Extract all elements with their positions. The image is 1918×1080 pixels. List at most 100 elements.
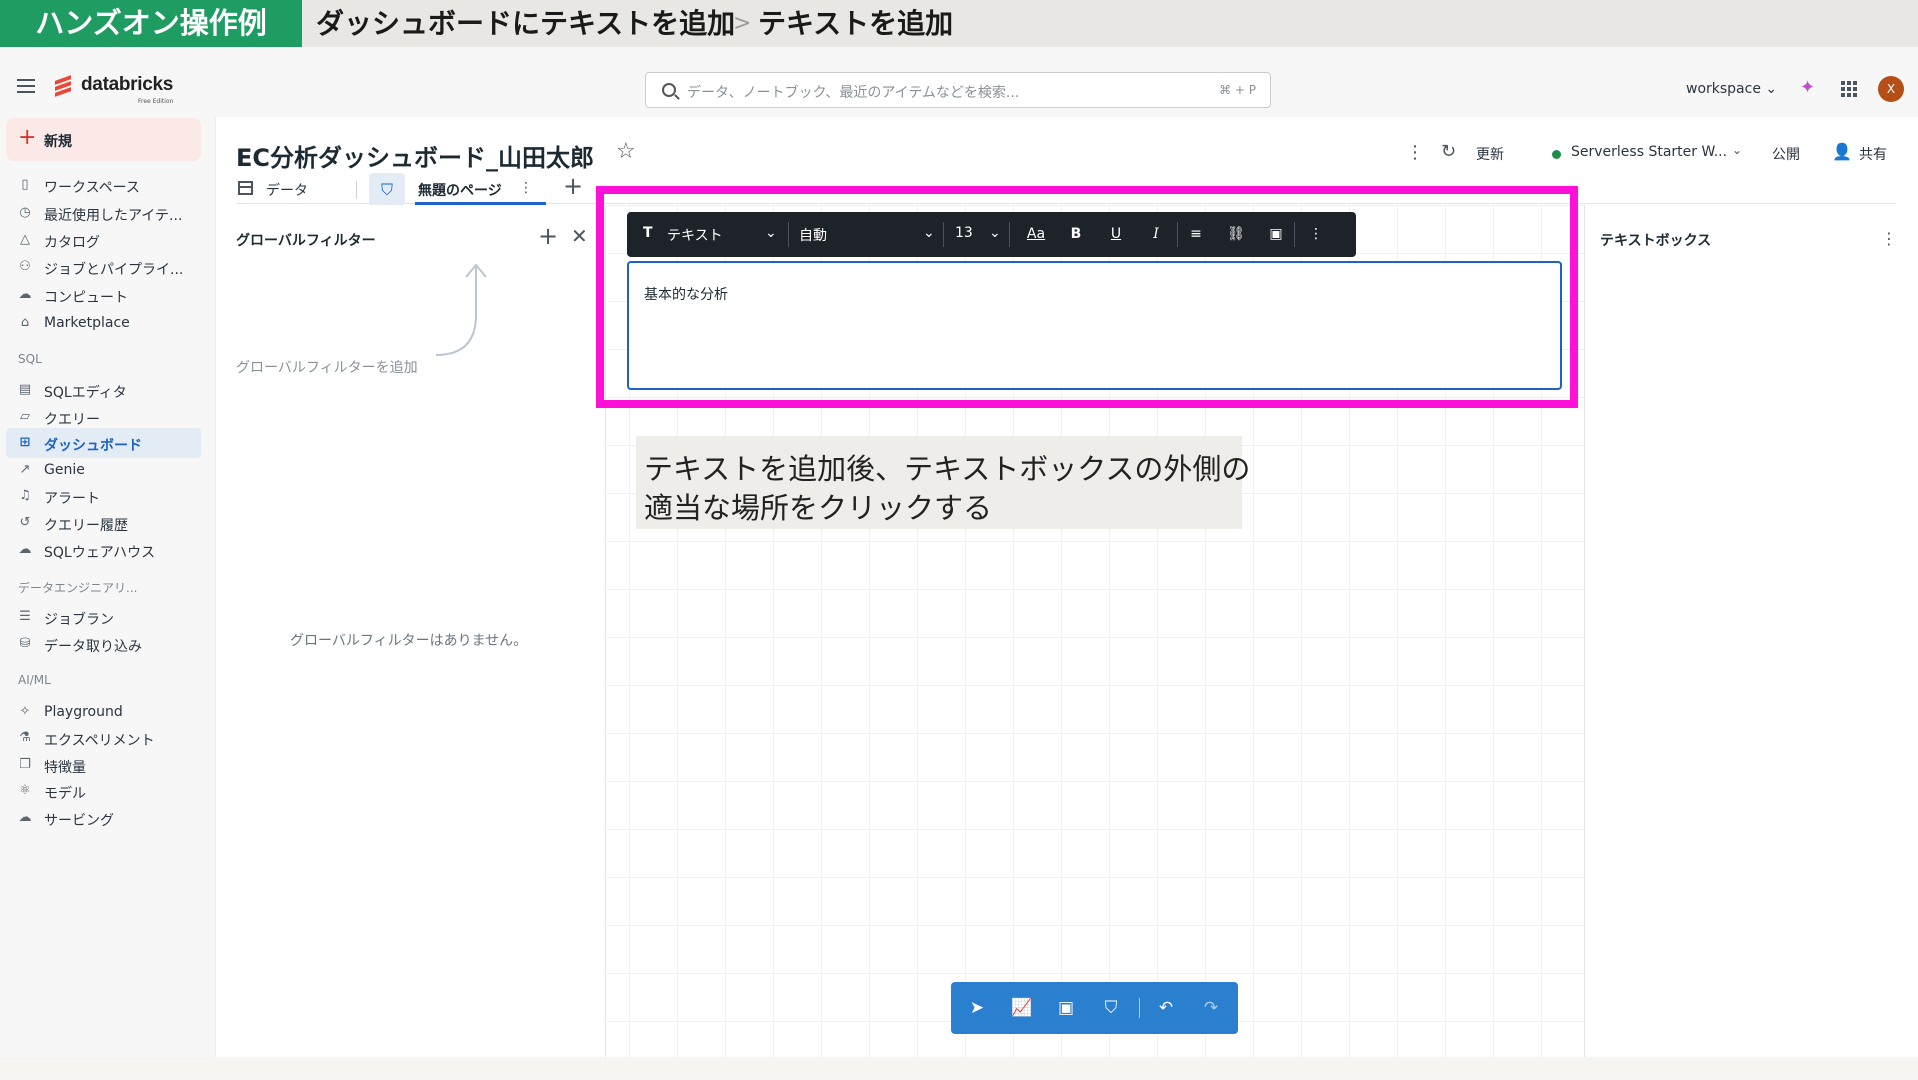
add-text-icon[interactable]: ▣ (1055, 997, 1077, 1019)
sidebar-item-data-ingestion[interactable]: ⛁ データ取り込み (6, 629, 201, 659)
model-icon: ⚛ (19, 783, 31, 798)
sidebar-item-experiments[interactable]: ⚗ エクスペリメント (6, 723, 201, 753)
flask-icon: ⚗ (19, 730, 31, 745)
global-filter-title: グローバルフィルター (236, 233, 376, 249)
assistant-sparkle-icon[interactable]: ✦ (1800, 77, 1815, 98)
sidebar-item-marketplace[interactable]: ⌂ Marketplace (6, 308, 201, 338)
link-icon[interactable]: ⛓ (1225, 223, 1247, 245)
apps-grid-icon[interactable] (1841, 81, 1857, 97)
chevron-down-icon[interactable]: ⌄ (765, 225, 777, 241)
playground-icon: ✧ (19, 704, 31, 719)
redo-icon[interactable]: ↷ (1200, 997, 1222, 1019)
sidebar-item-recents[interactable]: ◷ 最近使用したアイテ... (6, 198, 201, 228)
sidebar-item-label: アラート (44, 491, 100, 507)
sidebar-item-label: モデル (44, 786, 86, 802)
sidebar-item-job-runs[interactable]: ☰ ジョブラン (6, 602, 201, 632)
sidebar: + 新規 ▯ ワークスペース ◷ 最近使用したアイテ... △ カタログ ⚇ ジョブとパ… (0, 117, 214, 1057)
genie-icon: ↗ (19, 462, 31, 477)
search-placeholder: データ、ノートブック、最近のアイテムなどを検索... (687, 85, 1020, 101)
tab-data[interactable]: データ (266, 180, 308, 200)
bold-button[interactable]: B (1065, 223, 1087, 245)
menu-icon[interactable] (17, 79, 35, 93)
sidebar-item-label: データ取り込み (44, 639, 142, 655)
sidebar-item-compute[interactable]: ☁ コンピュート (6, 280, 201, 310)
sidebar-item-label: 特徴量 (44, 760, 86, 776)
databricks-logo[interactable]: databricks (53, 74, 173, 97)
text-box-editor[interactable]: 基本的な分析 (627, 261, 1562, 390)
more-menu-icon[interactable]: ⋮ (1406, 142, 1424, 163)
banner-title: ダッシュボードにテキストを追加 (316, 7, 736, 40)
store-icon: ⌂ (20, 315, 30, 330)
dashboard-icon: ⊞ (19, 435, 31, 450)
publish-button[interactable]: 公開 (1772, 144, 1800, 164)
text-style-select[interactable]: テキスト (667, 225, 723, 245)
sidebar-item-serving[interactable]: ☁ サービング (6, 803, 201, 833)
banner-separator: > (733, 11, 752, 36)
undo-icon[interactable]: ↶ (1155, 997, 1177, 1019)
italic-button[interactable]: I (1145, 223, 1167, 245)
sidebar-item-sql-warehouses[interactable]: ☁ SQLウェアハウス (6, 535, 201, 565)
new-button[interactable]: + 新規 (6, 118, 201, 161)
sidebar-item-label: サービング (44, 813, 114, 829)
chevron-down-icon: ⌄ (1765, 81, 1778, 97)
user-share-icon[interactable]: 👤 (1832, 142, 1852, 161)
folder-icon: ▯ (21, 177, 29, 192)
sidebar-item-label: ワークスペース (44, 180, 140, 196)
properties-more-icon[interactable]: ⋮ (1881, 229, 1897, 248)
warehouse-selector[interactable]: Serverless Starter W... (1571, 144, 1727, 160)
font-select[interactable]: 自動 (799, 225, 827, 245)
query-icon: ▱ (20, 409, 30, 424)
refresh-icon[interactable]: ↻ (1441, 141, 1456, 162)
close-icon[interactable]: ✕ (571, 224, 588, 248)
workspace-switcher[interactable]: workspace ⌄ (1686, 81, 1777, 97)
search-input[interactable]: データ、ノートブック、最近のアイテムなどを検索... ⌘ + P (645, 72, 1271, 108)
sidebar-item-workspace[interactable]: ▯ ワークスペース (6, 170, 201, 200)
add-page-icon[interactable]: + (563, 172, 583, 200)
add-filter-icon[interactable]: ⛉ (1100, 997, 1122, 1019)
sidebar-item-label: ジョブラン (44, 612, 114, 628)
avatar[interactable]: X (1878, 76, 1904, 102)
logo-edition: Free Edition (138, 98, 174, 105)
share-button[interactable]: 共有 (1859, 144, 1887, 164)
add-filter-icon[interactable]: + (538, 222, 558, 250)
cloud-icon: ☁ (18, 287, 32, 302)
text-color-button[interactable]: Aa (1025, 223, 1047, 245)
select-pointer-icon[interactable]: ➤ (966, 997, 988, 1019)
tab-untitled-page[interactable]: 無題のページ (408, 180, 502, 200)
sidebar-item-alerts[interactable]: ♫ アラート (6, 481, 201, 511)
workflow-icon: ⚇ (19, 259, 31, 274)
section-data-engineering: データエンジニアリ... (18, 581, 138, 595)
star-icon[interactable]: ☆ (616, 139, 636, 164)
sidebar-item-label: Genie (44, 462, 85, 478)
top-bar: databricks Free Edition データ、ノートブック、最近のアイ… (0, 47, 1918, 117)
more-options-icon[interactable]: ⋮ (1305, 223, 1327, 245)
no-filters-message: グローバルフィルターはありません。 (290, 633, 528, 649)
sidebar-item-label: コンピュート (44, 290, 128, 306)
hint-arrow-icon (436, 263, 487, 356)
sidebar-item-dashboards[interactable]: ⊞ ダッシュボード (6, 428, 201, 458)
sidebar-item-catalog[interactable]: △ カタログ (6, 225, 201, 255)
add-chart-icon[interactable]: 📈 (1011, 997, 1033, 1019)
new-button-label: 新規 (44, 134, 72, 150)
sidebar-item-query-history[interactable]: ↺ クエリー履歴 (6, 508, 201, 538)
font-size-select[interactable]: 13 (955, 225, 973, 241)
text-box-content[interactable]: 基本的な分析 (644, 284, 728, 304)
underline-button[interactable]: U (1105, 223, 1127, 245)
sidebar-item-jobs[interactable]: ⚇ ジョブとパイプライ... (6, 252, 201, 282)
chevron-down-icon[interactable]: ⌄ (1732, 143, 1742, 157)
table-icon (238, 181, 253, 195)
sidebar-item-models[interactable]: ⚛ モデル (6, 776, 201, 806)
align-left-icon[interactable]: ≡ (1185, 223, 1207, 245)
tab-more-icon[interactable]: ⋮ (519, 180, 533, 196)
sidebar-item-sql-editor[interactable]: ▤ SQLエディタ (6, 375, 201, 405)
section-ai-ml: AI/ML (18, 673, 51, 687)
filter-toggle-icon[interactable]: ⛉ (369, 173, 405, 206)
chevron-down-icon[interactable]: ⌄ (989, 225, 1001, 241)
chevron-down-icon[interactable]: ⌄ (923, 225, 935, 241)
bell-icon: ♫ (19, 488, 31, 503)
global-filter-panel: グローバルフィルター + ✕ グローバルフィルターを追加 グローバルフィルターは… (216, 205, 606, 1057)
refresh-button[interactable]: 更新 (1476, 144, 1504, 164)
image-icon[interactable]: ▣ (1265, 223, 1287, 245)
properties-panel: テキストボックス ⋮ (1584, 205, 1918, 1057)
canvas-toolbar: ➤ 📈 ▣ ⛉ ↶ ↷ (951, 982, 1238, 1034)
